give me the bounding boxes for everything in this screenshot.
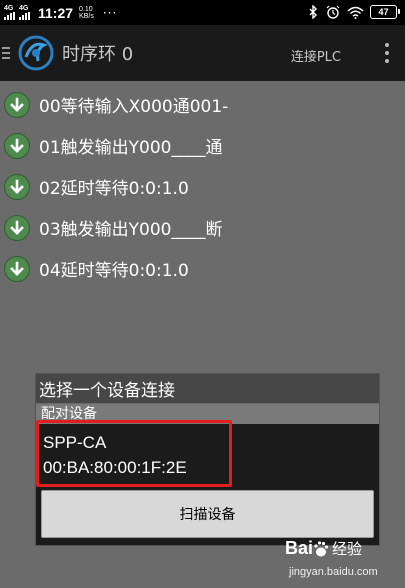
- app-logo: [18, 35, 54, 71]
- signal-1-bars-icon: [4, 12, 15, 20]
- overflow-menu-icon[interactable]: [385, 43, 389, 63]
- step-row[interactable]: 03触发输出Y000____断: [0, 207, 405, 248]
- step-label: 02延时等待0:0:1.0: [39, 179, 189, 199]
- arrow-down-icon: [4, 255, 30, 282]
- arrow-down-icon: [4, 91, 30, 118]
- app-title: 时序环 0: [62, 44, 134, 65]
- network-speed-value: 0.10: [79, 5, 93, 13]
- signal-2-label: 4G: [19, 5, 29, 12]
- baidu-watermark: Bai 经验 jingyan.baidu.com: [285, 538, 400, 586]
- signal-2-bars-icon: [19, 12, 30, 20]
- network-speed: 0.10 KB/s: [79, 6, 94, 20]
- step-label: 03触发输出Y000____断: [39, 220, 223, 240]
- step-list: 00等待输入X000通001- 01触发输出Y000____通 02延时等待0:…: [0, 84, 405, 289]
- clock: 11:27: [38, 4, 74, 21]
- step-label: 01触发输出Y000____通: [39, 138, 223, 158]
- scan-devices-button[interactable]: 扫描设备: [41, 490, 374, 538]
- watermark-top: Bai 经验: [285, 538, 362, 559]
- more-notifications-icon: ···: [102, 5, 118, 20]
- connect-plc-button[interactable]: 连接PLC: [291, 46, 341, 65]
- step-row[interactable]: 02延时等待0:0:1.0: [0, 166, 405, 207]
- highlight-box: [36, 420, 232, 487]
- dialog-title: 选择一个设备连接: [36, 374, 379, 404]
- status-bar: 4G 4G 11:27 0.10 KB/s ··· 47: [0, 0, 405, 25]
- watermark-brand: Bai: [285, 538, 314, 558]
- step-row[interactable]: 01触发输出Y000____通: [0, 125, 405, 166]
- watermark-url: jingyan.baidu.com: [289, 566, 378, 578]
- watermark-brand-suffix: 经验: [332, 540, 363, 558]
- signal-1-label: 4G: [4, 5, 14, 12]
- wifi-icon: [346, 4, 364, 20]
- arrow-down-icon: [4, 214, 30, 241]
- arrow-down-icon: [4, 173, 30, 200]
- network-speed-unit: KB/s: [79, 12, 94, 20]
- alarm-icon: [326, 4, 340, 20]
- status-right: 47: [306, 4, 400, 20]
- step-label: 04延时等待0:0:1.0: [39, 261, 189, 281]
- app-bar: 时序环 0 连接PLC: [0, 25, 405, 81]
- arrow-down-icon: [4, 132, 30, 159]
- status-left: 4G 4G 11:27 0.10 KB/s ···: [0, 5, 117, 21]
- paw-icon: [314, 540, 329, 557]
- device-select-dialog: 选择一个设备连接 配对设备 SPP-CA 00:BA:80:00:1F:2E 扫…: [35, 373, 380, 546]
- bluetooth-icon: [306, 4, 320, 20]
- step-row[interactable]: 04延时等待0:0:1.0: [0, 248, 405, 289]
- signal-2: 4G: [19, 5, 30, 20]
- menu-icon[interactable]: [0, 47, 12, 59]
- battery-icon: 47: [370, 5, 400, 19]
- step-label: 00等待输入X000通001-: [39, 97, 229, 117]
- step-row[interactable]: 00等待输入X000通001-: [0, 84, 405, 125]
- signal-1: 4G: [4, 5, 15, 20]
